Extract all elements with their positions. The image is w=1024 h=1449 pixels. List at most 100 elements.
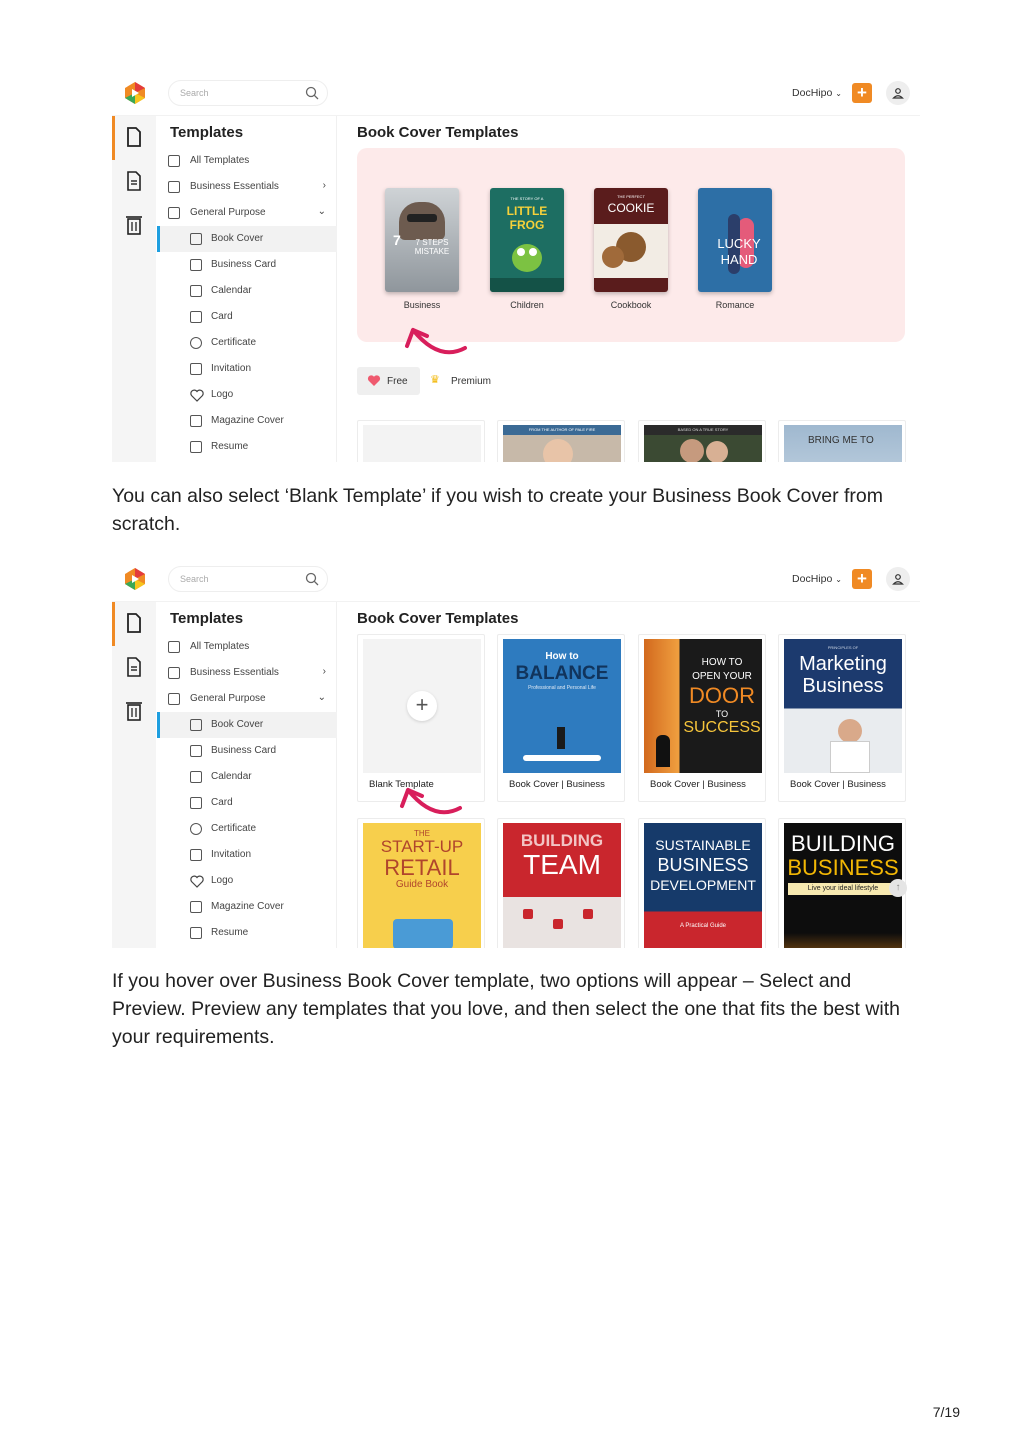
search-icon[interactable] bbox=[305, 86, 319, 100]
trash-icon[interactable] bbox=[124, 213, 144, 235]
page-title: Book Cover Templates bbox=[357, 610, 519, 627]
search-input[interactable]: Search bbox=[168, 566, 328, 592]
cover-subtitle: Professional and Personal Life bbox=[528, 685, 596, 691]
account-name: DocHipo bbox=[792, 573, 833, 585]
sidebar-item-all-templates[interactable]: All Templates bbox=[157, 148, 337, 174]
filter-free[interactable]: Free bbox=[357, 367, 420, 395]
template-thumbnail: How to BALANCE Professional and Personal… bbox=[503, 639, 621, 773]
account-menu[interactable]: DocHipo ⌄ bbox=[792, 573, 842, 585]
sidebar-item-label: Certificate bbox=[211, 823, 257, 834]
template-thumbnail: THE START-UP RETAIL Guide Book bbox=[363, 823, 481, 948]
genre-business[interactable]: 7 7 STEPS MISTAKE Business bbox=[385, 188, 459, 310]
document-icon[interactable] bbox=[124, 612, 144, 634]
genre-romance[interactable]: LUCKY HAND Romance bbox=[698, 188, 772, 310]
business-cover-thumbnail: 7 7 STEPS MISTAKE bbox=[385, 188, 459, 292]
children-cover-pretitle: THE STORY OF A bbox=[510, 196, 544, 201]
crown-icon: ♛ bbox=[430, 374, 440, 386]
business-essentials-icon bbox=[168, 181, 180, 193]
sidebar-item-magazine-cover[interactable]: Magazine Cover bbox=[157, 408, 337, 434]
sidebar-item-resume[interactable]: Resume bbox=[157, 434, 337, 460]
template-thumbnail: BUILDING TEAM bbox=[503, 823, 621, 948]
cover-title-b: TEAM bbox=[523, 849, 601, 880]
sidebar-item-calendar[interactable]: Calendar bbox=[157, 278, 337, 304]
sidebar-item-certificate[interactable]: Certificate bbox=[157, 330, 337, 356]
dochipo-logo bbox=[125, 568, 145, 590]
sidebar-item-certificate[interactable]: Certificate bbox=[157, 816, 337, 842]
template-thumbnail: BUILDING BUSINESS Live your ideal lifest… bbox=[784, 823, 902, 948]
user-icon bbox=[892, 88, 904, 99]
cover-title-a: How to bbox=[545, 651, 579, 662]
heart-icon bbox=[367, 375, 381, 386]
cover-title-c: RETAIL bbox=[384, 855, 460, 880]
template-card[interactable]: THE START-UP RETAIL Guide Book bbox=[357, 818, 485, 948]
sidebar-item-resume[interactable]: Resume bbox=[157, 920, 337, 946]
template-banner: BRING ME TO bbox=[808, 435, 874, 446]
genre-cookbook[interactable]: THE PERFECT COOKIE Cookbook bbox=[594, 188, 668, 310]
cookbook-cover-text: COOKIE bbox=[607, 201, 655, 215]
document-icon[interactable] bbox=[124, 126, 144, 148]
search-input[interactable]: Search bbox=[168, 80, 328, 106]
sidebar-item-magazine-cover[interactable]: Magazine Cover bbox=[157, 894, 337, 920]
calendar-icon bbox=[190, 285, 202, 297]
sidebar-item-all-templates[interactable]: All Templates bbox=[157, 634, 337, 660]
blank-template-card[interactable]: + Blank Template bbox=[357, 634, 485, 802]
sidebar-item-label: General Purpose bbox=[190, 207, 266, 218]
sidebar-item-general-purpose[interactable]: General Purpose ⌄ bbox=[157, 200, 337, 226]
filter-premium-label: Premium bbox=[451, 376, 492, 387]
business-essentials-icon bbox=[168, 667, 180, 679]
template-card[interactable]: BUILDING TEAM bbox=[497, 818, 625, 948]
text-file-icon[interactable] bbox=[124, 656, 144, 678]
sidebar-item-logo[interactable]: Logo bbox=[157, 868, 337, 894]
sidebar-item-label: Resume bbox=[211, 927, 249, 938]
template-card[interactable]: How to BALANCE Professional and Personal… bbox=[497, 634, 625, 802]
sidebar-item-business-essentials[interactable]: Business Essentials › bbox=[157, 660, 337, 686]
template-card[interactable]: PRINCIPLES OF Marketing Business Book Co… bbox=[778, 634, 906, 802]
template-thumbnail: BRING ME TO bbox=[784, 425, 902, 462]
sidebar-item-invitation[interactable]: Invitation bbox=[157, 356, 337, 382]
template-card[interactable]: HOW TO OPEN YOUR DOOR TO SUCCESS Book Co… bbox=[638, 634, 766, 802]
chevron-right-icon: › bbox=[322, 666, 326, 677]
sidebar-item-book-cover[interactable]: Book Cover bbox=[157, 226, 337, 252]
sidebar-item-business-card[interactable]: Business Card bbox=[157, 252, 337, 278]
template-card[interactable]: SUSTAINABLE BUSINESS DEVELOPMENT A Pract… bbox=[638, 818, 766, 948]
search-placeholder: Search bbox=[180, 574, 209, 584]
account-menu[interactable]: DocHipo ⌄ bbox=[792, 87, 842, 99]
pointer-arrow bbox=[400, 788, 462, 815]
sidebar-item-label: Business Essentials bbox=[190, 181, 279, 192]
cookbook-cover-thumbnail: THE PERFECT COOKIE bbox=[594, 188, 668, 292]
sidebar-item-label: Logo bbox=[211, 875, 234, 886]
sidebar-title: Templates bbox=[170, 610, 244, 627]
sidebar-item-card[interactable]: Card bbox=[157, 304, 337, 330]
scroll-to-top-icon[interactable]: ↑ bbox=[889, 879, 907, 897]
template-card[interactable] bbox=[357, 420, 485, 462]
sidebar-item-invitation[interactable]: Invitation bbox=[157, 842, 337, 868]
sidebar-item-logo[interactable]: Logo bbox=[157, 382, 337, 408]
sidebar-item-label: Book Cover bbox=[211, 719, 264, 730]
template-card[interactable]: BASED ON A TRUE STORY bbox=[638, 420, 766, 462]
genre-children[interactable]: THE STORY OF A LITTLE FROG Children bbox=[490, 188, 564, 310]
sidebar-item-business-essentials[interactable]: Business Essentials › bbox=[157, 174, 337, 200]
user-avatar-button[interactable] bbox=[886, 567, 910, 591]
user-icon bbox=[892, 574, 904, 585]
sidebar-item-business-card[interactable]: Business Card bbox=[157, 738, 337, 764]
template-card[interactable]: FROM THE AUTHOR OF PALE FIRE bbox=[497, 420, 625, 462]
create-button[interactable]: + bbox=[852, 569, 872, 589]
chevron-down-icon: ⌄ bbox=[835, 575, 842, 584]
template-card[interactable]: BUILDING BUSINESS Live your ideal lifest… bbox=[778, 818, 907, 948]
add-blank-icon[interactable]: + bbox=[407, 691, 437, 721]
trash-icon[interactable] bbox=[124, 699, 144, 721]
template-card[interactable]: BRING ME TO bbox=[778, 420, 906, 462]
sidebar-item-label: Calendar bbox=[211, 771, 252, 782]
text-file-icon[interactable] bbox=[124, 170, 144, 192]
user-avatar-button[interactable] bbox=[886, 81, 910, 105]
search-icon[interactable] bbox=[305, 572, 319, 586]
sidebar-item-calendar[interactable]: Calendar bbox=[157, 764, 337, 790]
genre-label: Business bbox=[403, 300, 441, 310]
create-button[interactable]: + bbox=[852, 83, 872, 103]
sidebar-item-card[interactable]: Card bbox=[157, 790, 337, 816]
genre-panel: 7 7 STEPS MISTAKE Business THE STORY OF … bbox=[357, 148, 905, 342]
sidebar-item-book-cover[interactable]: Book Cover bbox=[157, 712, 337, 738]
sidebar-item-general-purpose[interactable]: General Purpose ⌄ bbox=[157, 686, 337, 712]
business-card-icon bbox=[190, 745, 202, 757]
pointer-arrow bbox=[405, 328, 467, 355]
